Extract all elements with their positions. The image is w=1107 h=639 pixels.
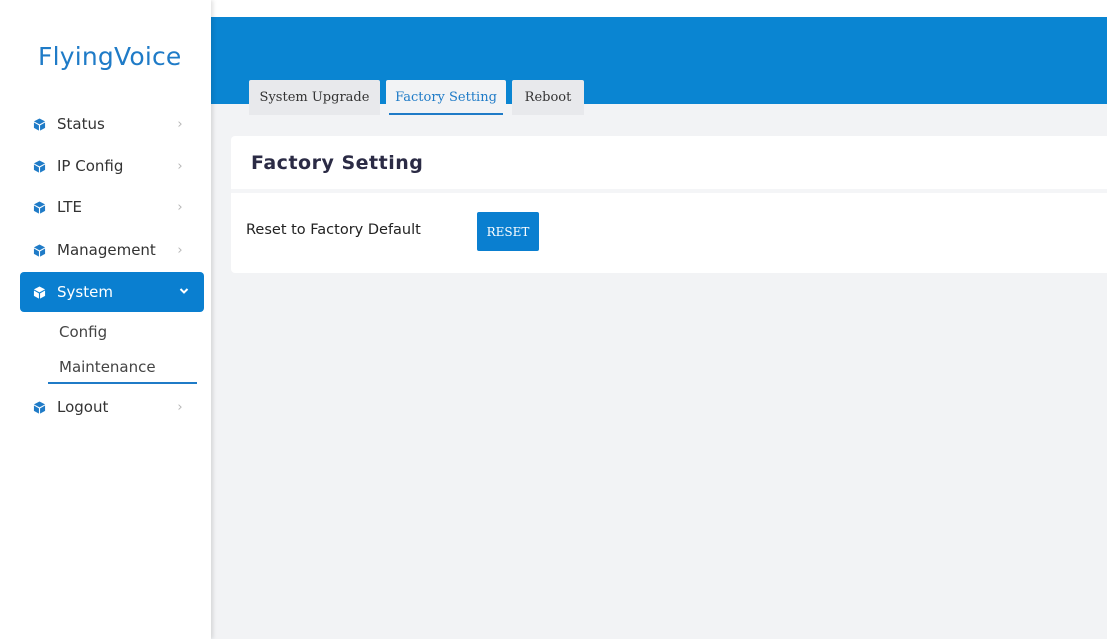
brand-logo: FlyingVoice	[38, 42, 182, 71]
sidebar-item-label: Logout	[57, 398, 109, 416]
reset-button[interactable]: RESET	[477, 212, 539, 251]
chevron-right-icon: ›	[177, 399, 183, 415]
cube-icon	[33, 285, 46, 299]
sidebar-item-ip-config[interactable]: IP Config ›	[20, 146, 204, 186]
chevron-right-icon: ›	[177, 242, 183, 258]
sidebar-item-label: Status	[57, 115, 105, 133]
cube-icon	[33, 400, 46, 414]
sidebar-item-management[interactable]: Management ›	[20, 230, 204, 270]
tab-reboot[interactable]: Reboot	[512, 80, 584, 115]
app-window: System Upgrade Factory Setting Reboot Fa…	[0, 0, 1107, 639]
cube-icon	[33, 243, 46, 257]
sidebar-subitem-maintenance[interactable]: Maintenance	[59, 358, 156, 376]
chevron-down-icon	[176, 287, 192, 298]
sidebar-item-label: System	[57, 283, 113, 301]
cube-icon	[33, 159, 46, 173]
sidebar-item-system[interactable]: System	[20, 272, 204, 312]
sidebar-item-lte[interactable]: LTE ›	[20, 187, 204, 227]
sidebar-item-logout[interactable]: Logout ›	[20, 387, 204, 427]
sidebar: FlyingVoice Status › IP Config › LTE › M…	[0, 0, 211, 639]
chevron-right-icon: ›	[177, 116, 183, 132]
sidebar-subitem-config[interactable]: Config	[59, 323, 107, 341]
cube-icon	[33, 200, 46, 214]
tab-factory-setting[interactable]: Factory Setting	[386, 80, 506, 115]
reset-field-label: Reset to Factory Default	[246, 222, 421, 238]
sidebar-item-label: Management	[57, 241, 156, 259]
tab-system-upgrade[interactable]: System Upgrade	[249, 80, 380, 115]
sidebar-item-status[interactable]: Status ›	[20, 104, 204, 144]
cube-icon	[33, 117, 46, 131]
factory-setting-panel: Factory Setting Reset to Factory Default…	[231, 136, 1107, 273]
selected-subitem-underline	[48, 382, 197, 384]
sidebar-item-label: LTE	[57, 198, 82, 216]
chevron-right-icon: ›	[177, 199, 183, 215]
panel-title: Factory Setting	[251, 152, 424, 174]
chevron-right-icon: ›	[177, 158, 183, 174]
sidebar-item-label: IP Config	[57, 157, 124, 175]
panel-divider	[231, 189, 1107, 193]
